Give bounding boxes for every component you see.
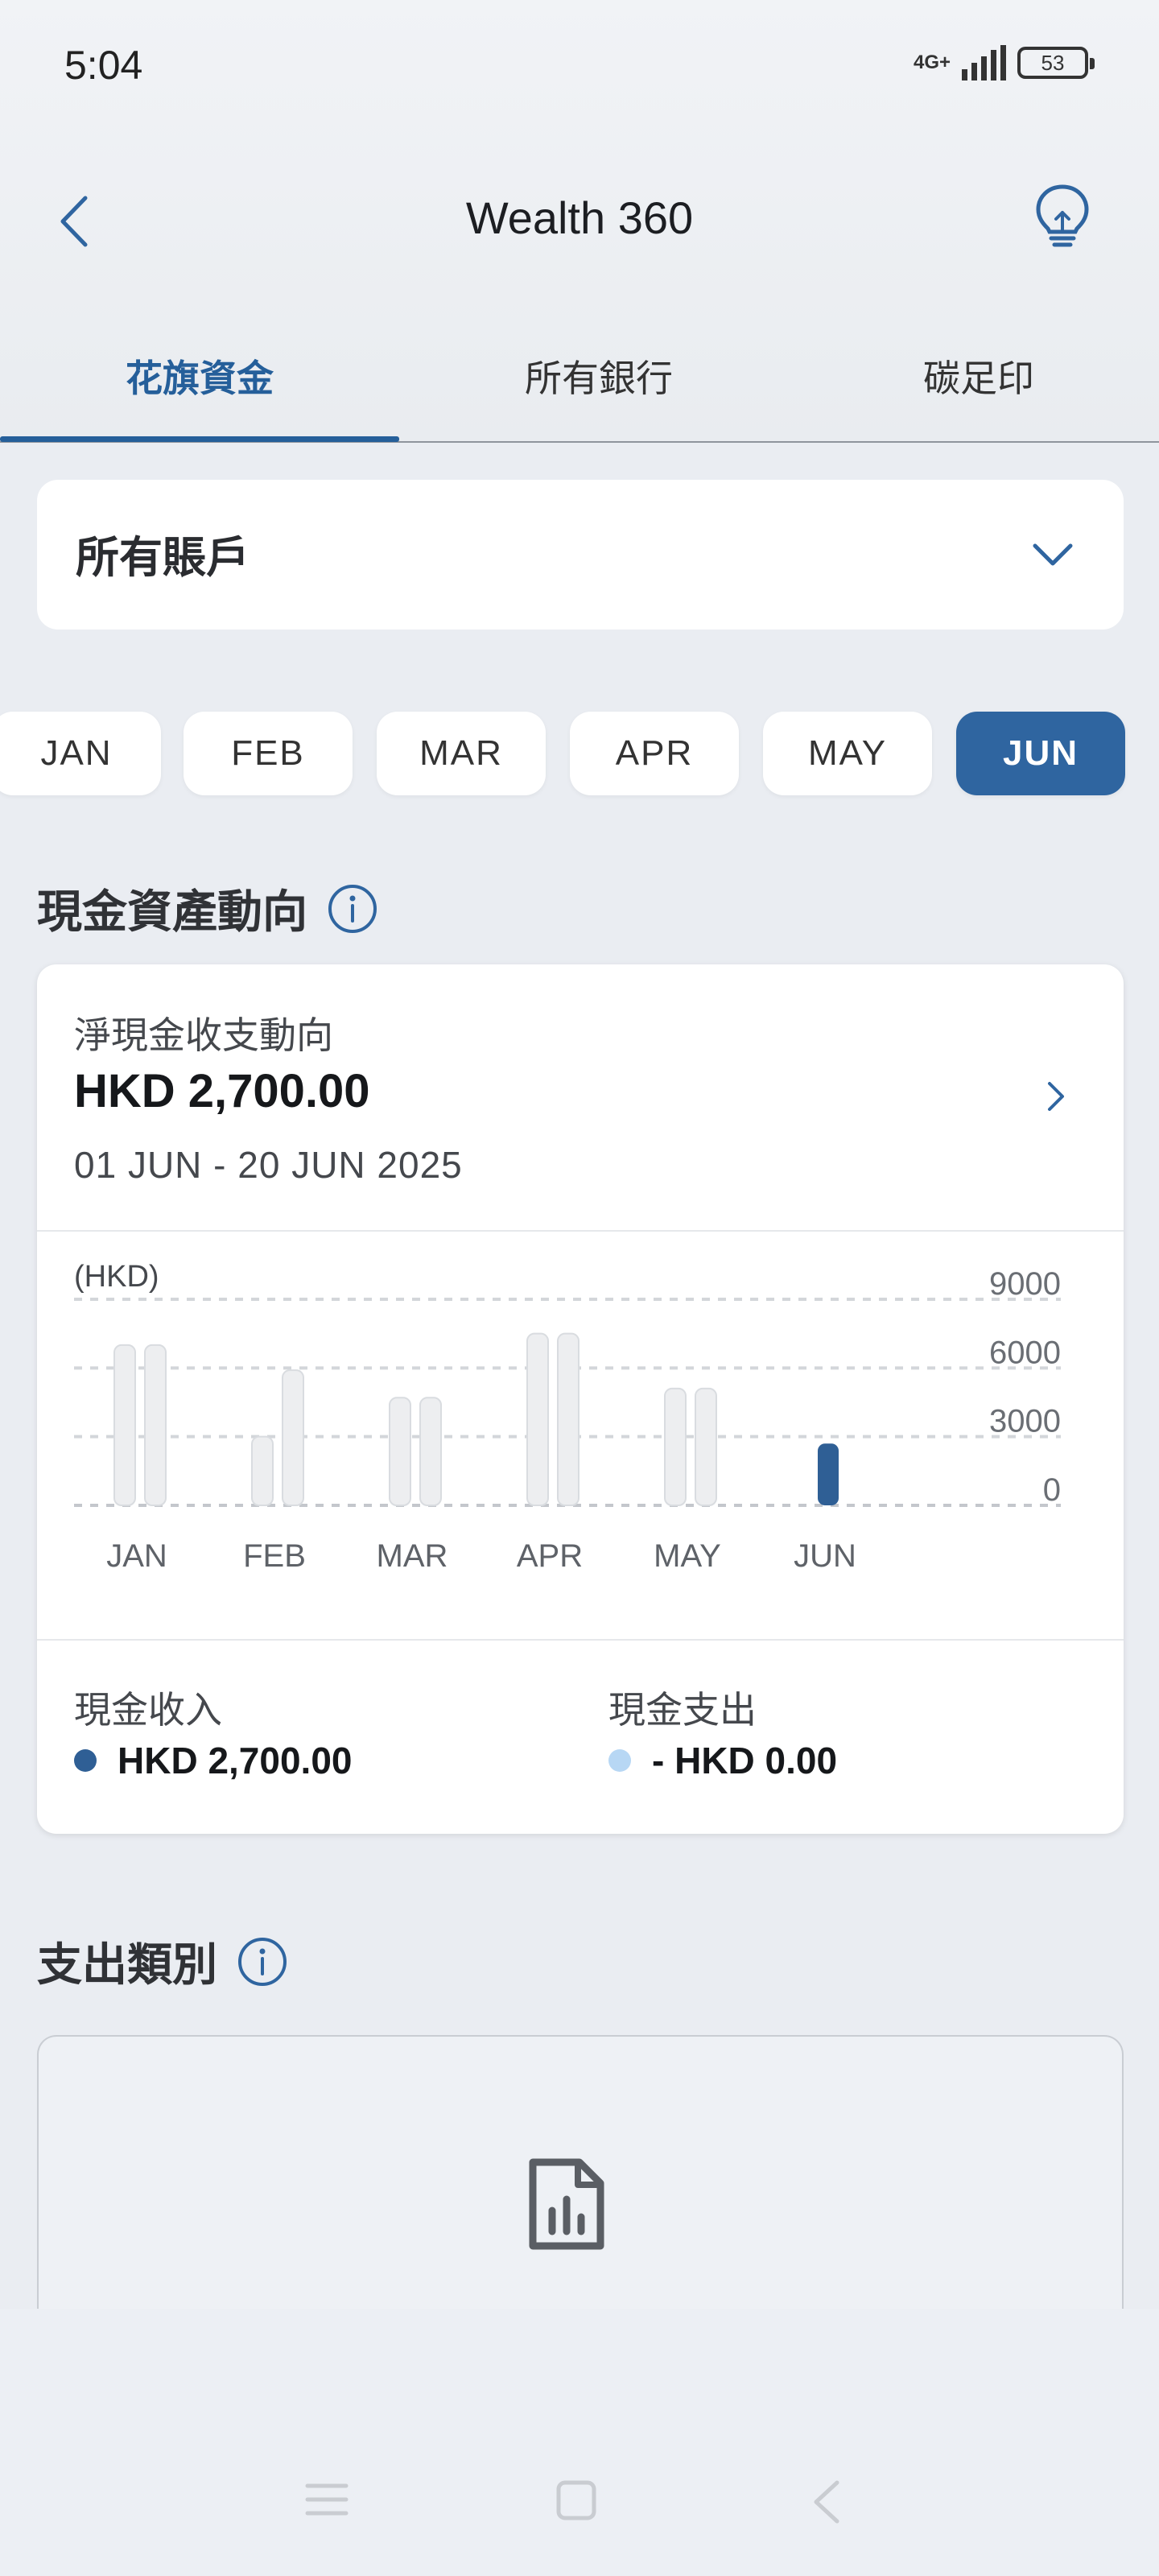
income-bar-feb <box>251 1435 274 1506</box>
x-tick-label: APR <box>517 1538 583 1574</box>
status-indicators: 4G+ 53 <box>913 45 1095 80</box>
system-nav-bar <box>0 2309 1159 2576</box>
month-mar[interactable]: MAR <box>377 712 546 795</box>
x-tick-label: FEB <box>243 1538 306 1574</box>
spending-category-card <box>37 2035 1124 2309</box>
tab-carbon-footprint[interactable]: 碳足印 <box>798 338 1159 443</box>
tab-bar: 花旗資金 所有銀行 碳足印 <box>0 338 1159 443</box>
x-tick-label: MAY <box>654 1538 721 1574</box>
income-dot <box>74 1749 97 1772</box>
income-bar-jun <box>818 1443 839 1505</box>
income-label: 現金收入 <box>74 1689 222 1731</box>
cash-section-heading: 現金資產動向 <box>37 876 378 941</box>
expense-label: 現金支出 <box>608 1689 757 1731</box>
net-flow-amount: HKD 2,700.00 <box>74 1065 370 1117</box>
spending-section-heading: 支出類別 <box>37 1929 288 1994</box>
expense-value-row: - HKD 0.00 <box>608 1739 837 1782</box>
active-tab-indicator <box>0 436 399 442</box>
month-jun[interactable]: JUN <box>956 712 1125 795</box>
lightbulb-icon <box>1036 184 1089 247</box>
report-chart-icon <box>529 2158 604 2250</box>
spending-section-title: 支出類別 <box>37 1939 217 1990</box>
income-value: HKD 2,700.00 <box>118 1740 353 1781</box>
income-bar-apr <box>526 1332 549 1506</box>
month-feb[interactable]: FEB <box>184 712 353 795</box>
tips-button[interactable] <box>1032 182 1093 251</box>
y-tick-label: 0 <box>1043 1472 1061 1508</box>
info-icon[interactable] <box>327 883 378 935</box>
x-tick-label: MAR <box>377 1538 448 1574</box>
info-icon[interactable] <box>237 1936 288 1988</box>
income-bar-may <box>664 1387 687 1506</box>
back-triangle-icon[interactable] <box>810 2478 842 2526</box>
expense-bar-may <box>695 1387 717 1506</box>
home-square-icon[interactable] <box>555 2479 597 2521</box>
income-bar-mar <box>389 1397 411 1506</box>
legend-divider <box>37 1639 1124 1641</box>
expense-dot <box>608 1749 631 1772</box>
x-tick-label: JUN <box>794 1538 856 1574</box>
chevron-right-icon <box>1048 1082 1064 1111</box>
y-tick-label: 3000 <box>989 1404 1061 1439</box>
month-may[interactable]: MAY <box>763 712 932 795</box>
tab-all-banks[interactable]: 所有銀行 <box>399 338 798 443</box>
menu-icon[interactable] <box>304 2481 349 2518</box>
cash-section-title: 現金資產動向 <box>37 886 307 937</box>
network-type: 4G+ <box>913 52 951 73</box>
expense-bar-apr <box>557 1332 580 1506</box>
chevron-down-icon <box>1033 543 1073 566</box>
battery-level: 53 <box>1041 50 1065 75</box>
chart-unit-label: (HKD) <box>74 1260 159 1294</box>
account-selector[interactable]: 所有賬戶 <box>37 480 1124 630</box>
battery-icon: 53 <box>1017 47 1095 79</box>
expense-bar-jan <box>144 1344 167 1506</box>
account-selector-label: 所有賬戶 <box>76 534 250 582</box>
tab-citi-funds[interactable]: 花旗資金 <box>0 338 399 443</box>
income-bar-jan <box>113 1344 136 1506</box>
net-flow-period: 01 JUN - 20 JUN 2025 <box>74 1144 463 1186</box>
cash-flow-chart: (HKD) 0 3000 6000 9000 JAN FEB MAR APR MAY JUN <box>74 1260 1061 1574</box>
month-apr[interactable]: APR <box>570 712 739 795</box>
page-title: Wealth 360 <box>465 192 694 243</box>
net-flow-label: 淨現金收支動向 <box>74 1014 333 1056</box>
y-tick-label: 9000 <box>989 1266 1061 1302</box>
signal-icon <box>962 45 1006 80</box>
y-tick-label: 6000 <box>989 1335 1061 1370</box>
x-tick-label: JAN <box>106 1538 167 1574</box>
month-jan[interactable]: JAN <box>0 712 161 795</box>
status-time: 5:04 <box>64 43 143 88</box>
cash-flow-card: 淨現金收支動向 HKD 2,700.00 01 JUN - 20 JUN 202… <box>37 964 1124 1834</box>
expense-bar-mar <box>419 1397 442 1506</box>
income-value-row: HKD 2,700.00 <box>74 1739 353 1782</box>
expense-value: - HKD 0.00 <box>652 1740 838 1781</box>
expense-bar-feb <box>282 1369 304 1506</box>
